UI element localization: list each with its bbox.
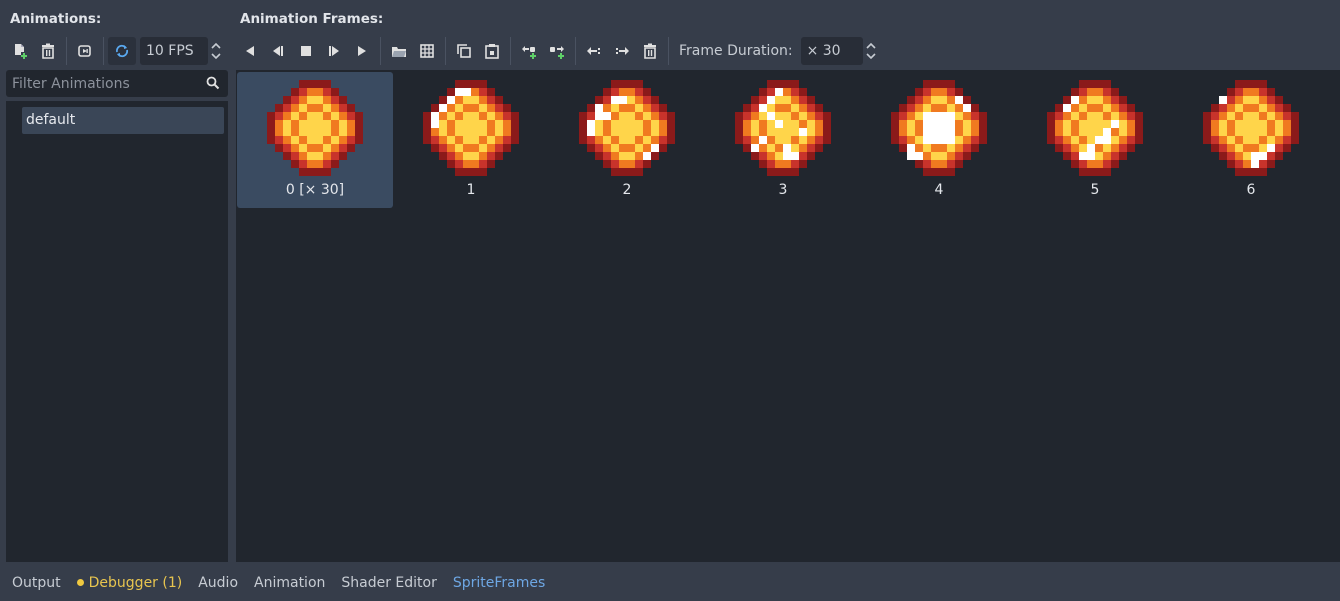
- frames-toolbar: Frame Duration: × 30: [236, 37, 876, 65]
- animation-list: [6, 101, 228, 562]
- frame-item[interactable]: 4: [861, 72, 1017, 208]
- frame-label: 0 [× 30]: [285, 182, 345, 198]
- loop-icon: [115, 44, 129, 58]
- animations-header: Animations:: [10, 11, 102, 27]
- frame-duration-value: × 30: [806, 43, 841, 59]
- delete-animation-icon: [42, 43, 54, 59]
- copy-frame-button[interactable]: [450, 37, 478, 65]
- load-frames-button[interactable]: [385, 37, 413, 65]
- frame-label: 6: [1246, 182, 1256, 198]
- copy-frame-icon: [457, 44, 471, 58]
- frame-item[interactable]: 2: [549, 72, 705, 208]
- bottom-panel-tabs: Output Debugger (1) Audio Animation Shad…: [0, 564, 1340, 601]
- tab-animation[interactable]: Animation: [254, 575, 325, 591]
- move-frame-right-icon: [616, 47, 629, 55]
- move-frame-right-button[interactable]: [608, 37, 636, 65]
- delete-frame-button[interactable]: [636, 37, 664, 65]
- new-animation-button[interactable]: [6, 37, 34, 65]
- fps-spinbox[interactable]: 10 FPS: [140, 37, 221, 65]
- stop-button[interactable]: [292, 37, 320, 65]
- stop-icon: [301, 46, 311, 56]
- delete-frame-icon: [644, 43, 656, 59]
- tab-debugger-label: Debugger (1): [88, 574, 183, 591]
- frame-thumbnail: [1203, 80, 1299, 176]
- tab-output[interactable]: Output: [12, 575, 61, 591]
- frame-thumbnail: [423, 80, 519, 176]
- load-from-sheet-button[interactable]: [413, 37, 441, 65]
- autoplay-icon: [78, 45, 91, 57]
- frame-thumbnail: [1047, 80, 1143, 176]
- tab-shader-editor[interactable]: Shader Editor: [341, 575, 436, 591]
- delete-animation-button[interactable]: [34, 37, 62, 65]
- autoplay-button[interactable]: [71, 37, 99, 65]
- frame-thumbnail: [735, 80, 831, 176]
- play-from-start-button[interactable]: [320, 37, 348, 65]
- paste-frame-button[interactable]: [478, 37, 506, 65]
- toolbar-separator: [380, 37, 381, 65]
- animation-frames-header: Animation Frames:: [240, 11, 384, 27]
- toolbar-separator: [66, 37, 67, 65]
- spinbox-arrows-icon[interactable]: [865, 41, 877, 61]
- toolbar-separator: [575, 37, 576, 65]
- move-frame-left-button[interactable]: [580, 37, 608, 65]
- search-icon: [206, 76, 220, 90]
- frame-item[interactable]: 6: [1173, 72, 1329, 208]
- insert-frame-after-icon: [550, 46, 564, 59]
- fps-value: 10 FPS: [146, 43, 194, 59]
- play-button[interactable]: [348, 37, 376, 65]
- frame-label: 2: [622, 182, 632, 198]
- insert-frame-after-button[interactable]: [543, 37, 571, 65]
- load-frames-icon: [392, 47, 406, 57]
- load-from-sheet-icon: [420, 44, 434, 58]
- frame-thumbnail: [267, 80, 363, 176]
- play-from-start-icon: [329, 46, 339, 56]
- frame-item[interactable]: 1: [393, 72, 549, 208]
- new-animation-icon: [15, 44, 27, 59]
- play-from-end-backwards-icon: [273, 46, 283, 56]
- frame-thumbnail: [579, 80, 675, 176]
- insert-frame-before-icon: [522, 46, 536, 59]
- frame-label: 1: [466, 182, 476, 198]
- frame-duration-spinbox[interactable]: × 30: [800, 37, 876, 65]
- toolbar-separator: [445, 37, 446, 65]
- frame-item[interactable]: 5: [1017, 72, 1173, 208]
- filter-animations: [6, 70, 228, 97]
- toolbar-separator: [103, 37, 104, 65]
- frame-duration-label: Frame Duration:: [679, 43, 793, 59]
- move-frame-left-icon: [587, 47, 600, 55]
- animations-toolbar: 10 FPS: [6, 37, 221, 65]
- play-backwards-icon: [246, 46, 254, 56]
- frame-thumbnail: [891, 80, 987, 176]
- tab-audio[interactable]: Audio: [198, 575, 238, 591]
- spinbox-arrows-icon[interactable]: [210, 41, 222, 61]
- toolbar-separator: [668, 37, 669, 65]
- tab-debugger[interactable]: Debugger (1): [76, 574, 183, 591]
- frame-label: 5: [1090, 182, 1100, 198]
- frame-item[interactable]: 3: [705, 72, 861, 208]
- tab-spriteframes[interactable]: SpriteFrames: [453, 575, 545, 591]
- frame-label: 3: [778, 182, 788, 198]
- play-from-end-backwards-button[interactable]: [264, 37, 292, 65]
- animation-item-default[interactable]: default: [22, 107, 224, 134]
- loop-button[interactable]: [108, 37, 136, 65]
- play-icon: [358, 46, 366, 56]
- paste-frame-icon: [485, 44, 499, 59]
- toolbar-separator: [510, 37, 511, 65]
- frame-item[interactable]: 0 [× 30]: [237, 72, 393, 208]
- warning-dot-icon: [76, 578, 84, 586]
- frame-label: 4: [934, 182, 944, 198]
- insert-frame-before-button[interactable]: [515, 37, 543, 65]
- filter-animations-input[interactable]: [6, 70, 202, 97]
- play-backwards-button[interactable]: [236, 37, 264, 65]
